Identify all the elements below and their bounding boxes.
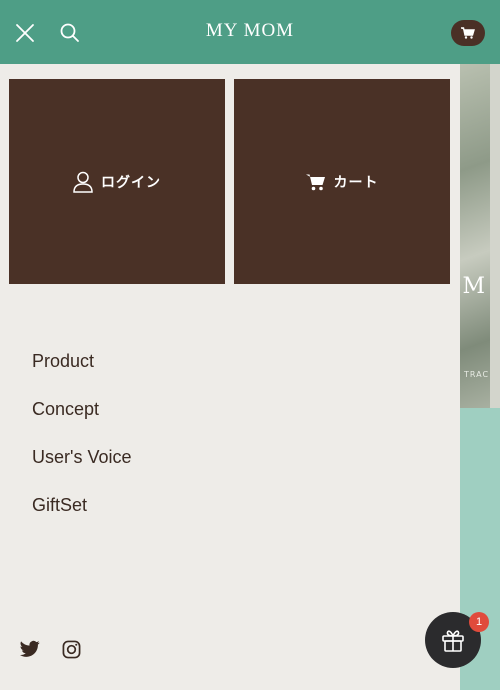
instagram-icon[interactable] [62, 640, 82, 660]
gift-badge: 1 [469, 612, 489, 632]
cart-icon [305, 174, 325, 190]
cart-icon [461, 27, 475, 39]
nav-drawer: ログイン カート Product Concept User's Voice Gi… [0, 64, 460, 690]
menu-item-users-voice[interactable]: User's Voice [32, 446, 131, 494]
drawer-menu: Product Concept User's Voice GiftSet [32, 350, 131, 542]
hero-tagline: TRAC [464, 370, 490, 379]
menu-item-product[interactable]: Product [32, 350, 131, 398]
hero-strip [490, 64, 500, 408]
header-cart-button[interactable] [451, 20, 485, 46]
site-logo[interactable]: MY MOM [0, 20, 500, 42]
login-label: ログイン [101, 174, 161, 191]
login-tile[interactable]: ログイン [9, 79, 225, 284]
hero-image: M TRAC [460, 64, 500, 408]
cart-label: カート [333, 174, 379, 191]
cart-tile[interactable]: カート [234, 79, 450, 284]
background-page: M TRAC [460, 64, 500, 690]
menu-item-concept[interactable]: Concept [32, 398, 131, 446]
user-icon [73, 171, 93, 193]
twitter-icon[interactable] [20, 640, 40, 660]
menu-item-giftset[interactable]: GiftSet [32, 494, 131, 542]
header: MY MOM [0, 0, 500, 64]
hero-logo-mark: M [462, 274, 486, 299]
gift-icon [442, 630, 464, 652]
